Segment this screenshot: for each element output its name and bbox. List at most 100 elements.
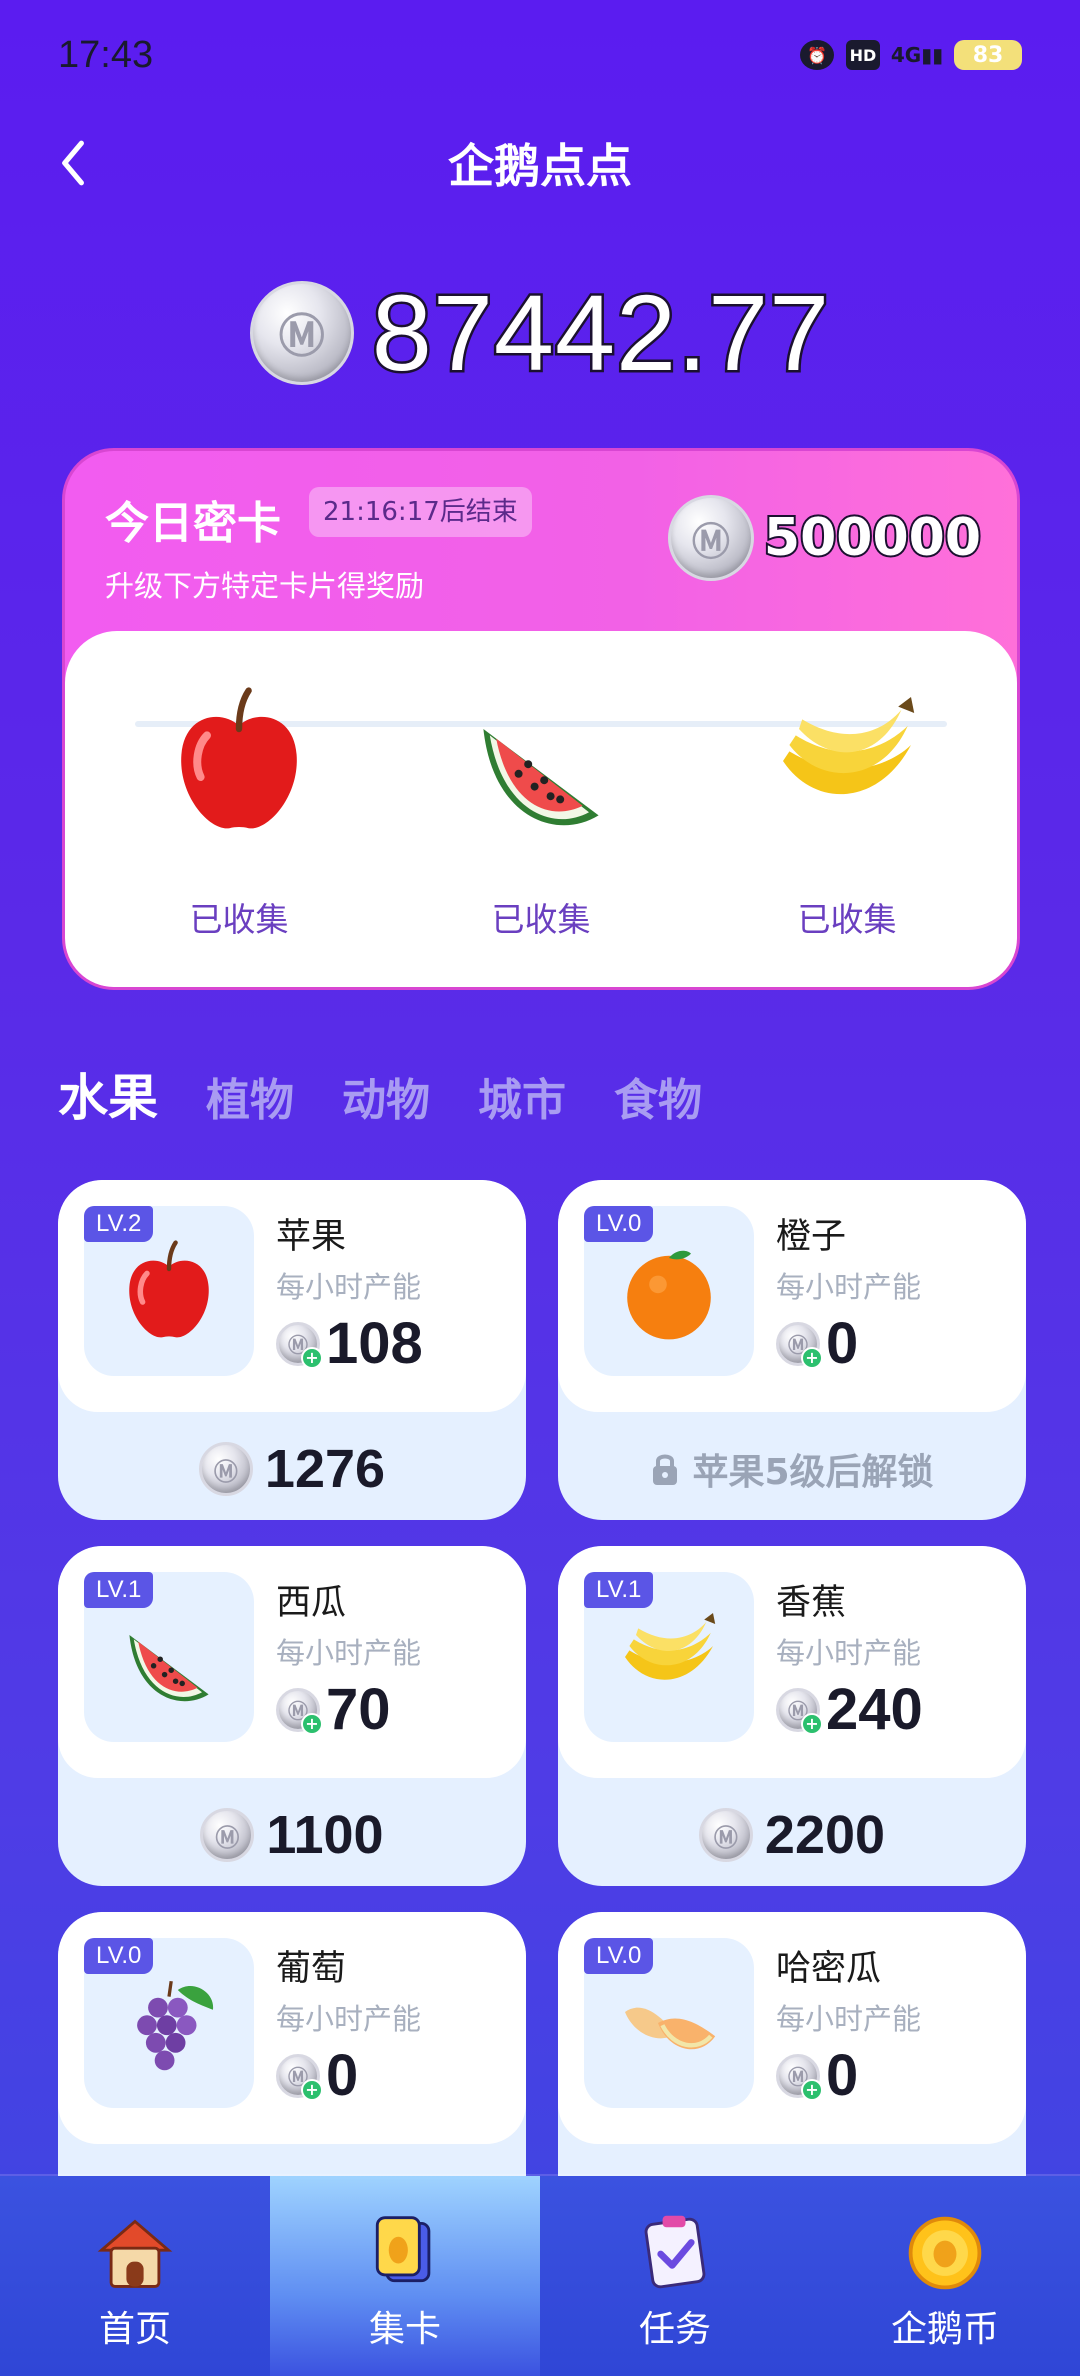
nav-penguin-coin[interactable]: 企鹅币	[810, 2176, 1080, 2376]
fruit-card-watermelon[interactable]: LV.1 西瓜 每小时产能 Ⓜ + 70 Ⓜ 1100	[58, 1546, 526, 1886]
coin-icon: Ⓜ	[698, 1808, 753, 1862]
coin-icon: Ⓜ	[249, 280, 354, 385]
upgrade-button[interactable]: Ⓜ 1276	[58, 1424, 526, 1514]
rate-label: 每小时产能	[276, 1636, 422, 1670]
secret-card-title: 今日密卡	[105, 498, 281, 549]
rate-label: 每小时产能	[276, 2002, 422, 2036]
unlock-condition: 苹果5级后解锁	[692, 1452, 934, 1493]
upgrade-cost: 2200	[764, 1805, 886, 1865]
nav-label: 企鹅币	[890, 2309, 999, 2350]
tab-city[interactable]: 城市	[478, 1064, 566, 1128]
coin-icon: Ⓜ	[667, 495, 754, 581]
tab-animal[interactable]: 动物	[342, 1064, 430, 1128]
nav-home[interactable]: 首页	[0, 2176, 270, 2376]
secret-card-reward: Ⓜ 500000	[667, 495, 983, 581]
hourly-rate: Ⓜ + 0	[776, 1310, 858, 1377]
tab-fruit[interactable]: 水果	[58, 1058, 158, 1130]
card-top: LV.0 橙子 每小时产能 Ⓜ + 0	[558, 1180, 1026, 1412]
upgrade-cost: 1100	[266, 1805, 384, 1865]
level-badge: LV.0	[84, 1938, 154, 1974]
collected-label: 已收集	[189, 900, 289, 939]
coin-icon: Ⓜ	[198, 1442, 253, 1496]
fruit-card-orange[interactable]: LV.0 橙子 每小时产能 Ⓜ + 0 苹果5级后解锁	[558, 1180, 1026, 1520]
coin-plus-icon: Ⓜ +	[776, 1321, 823, 1369]
card-top: LV.1 香蕉 每小时产能 Ⓜ + 240	[558, 1546, 1026, 1778]
coin-balance: Ⓜ 87442.77	[0, 270, 1080, 396]
coin-plus-icon: Ⓜ +	[276, 1321, 323, 1369]
rate-label: 每小时产能	[776, 1270, 922, 1304]
locked-status: 苹果5级后解锁	[558, 1424, 1026, 1514]
rate-value: 0	[826, 1311, 859, 1376]
secret-card-subtitle: 升级下方特定卡片得奖励	[105, 569, 425, 603]
card-name: 葡萄	[276, 1949, 347, 1989]
home-icon	[97, 2219, 173, 2288]
battery-icon: 83	[954, 40, 1022, 70]
status-icons: ⏰ HD 4G ▮▮ 83	[800, 40, 1022, 70]
card-top: LV.0 葡萄 每小时产能 Ⓜ + 0	[58, 1912, 526, 2144]
card-top: LV.2 苹果 每小时产能 Ⓜ + 108	[58, 1180, 526, 1412]
penguin-coin-icon	[908, 2216, 982, 2290]
rate-label: 每小时产能	[776, 2002, 922, 2036]
watermelon-icon	[114, 1602, 224, 1712]
cantaloupe-icon	[614, 1968, 724, 2078]
hourly-rate: Ⓜ + 240	[776, 1676, 923, 1743]
watermelon-icon	[461, 681, 621, 841]
hourly-rate: Ⓜ + 0	[776, 2042, 858, 2109]
daily-secret-card[interactable]: 今日密卡 21:16:17后结束 升级下方特定卡片得奖励 Ⓜ 500000 已收…	[62, 448, 1020, 990]
card-name: 苹果	[276, 1217, 347, 1257]
rate-value: 108	[326, 1311, 423, 1376]
rate-label: 每小时产能	[276, 1270, 422, 1304]
level-badge: LV.0	[584, 1206, 654, 1242]
rate-label: 每小时产能	[776, 1636, 922, 1670]
upgrade-cost: 1276	[264, 1439, 386, 1499]
level-badge: LV.0	[584, 1938, 654, 1974]
card-top: LV.0 哈密瓜 每小时产能 Ⓜ + 0	[558, 1912, 1026, 2144]
hourly-rate: Ⓜ + 70	[276, 1676, 391, 1743]
coin-plus-icon: Ⓜ +	[776, 2053, 823, 2101]
banana-icon	[767, 681, 927, 841]
level-badge: LV.1	[84, 1572, 154, 1608]
fruit-card-apple[interactable]: LV.2 苹果 每小时产能 Ⓜ + 108 Ⓜ 1276	[58, 1180, 526, 1520]
upgrade-button[interactable]: Ⓜ 2200	[558, 1790, 1026, 1880]
tab-plant[interactable]: 植物	[206, 1064, 294, 1128]
lock-icon	[653, 1454, 678, 1485]
nav-label: 任务	[638, 2309, 711, 2350]
hourly-rate: Ⓜ + 108	[276, 1310, 423, 1377]
coin-plus-icon: Ⓜ +	[276, 1687, 323, 1735]
apple-icon	[159, 681, 319, 841]
card-name: 橙子	[776, 1217, 847, 1257]
fruit-card-banana[interactable]: LV.1 香蕉 每小时产能 Ⓜ + 240 Ⓜ 2200	[558, 1546, 1026, 1886]
category-tabs: 水果 植物 动物 城市 食物	[58, 1058, 702, 1130]
coin-plus-icon: Ⓜ +	[276, 2053, 323, 2101]
card-name: 西瓜	[276, 1583, 347, 1623]
coin-icon: Ⓜ	[200, 1808, 255, 1862]
upgrade-button[interactable]: Ⓜ 1100	[58, 1790, 526, 1880]
card-name: 香蕉	[776, 1583, 847, 1623]
secret-card-items: 已收集 已收集 已收集	[65, 631, 1017, 987]
apple-icon	[114, 1236, 224, 1346]
tab-food[interactable]: 食物	[614, 1064, 702, 1128]
orange-icon	[614, 1236, 724, 1346]
rate-value: 240	[826, 1677, 923, 1742]
card-name: 哈密瓜	[776, 1949, 882, 1989]
nav-label: 首页	[98, 2309, 171, 2350]
rate-value: 0	[326, 2043, 359, 2108]
level-badge: LV.1	[584, 1572, 654, 1608]
grape-icon	[114, 1968, 224, 2078]
nav-tasks[interactable]: 任务	[540, 2176, 810, 2376]
page-title: 企鹅点点	[448, 139, 632, 193]
card-collection-icon	[375, 2216, 431, 2283]
secret-item-apple: 已收集	[129, 681, 349, 941]
rate-value: 70	[326, 1677, 391, 1742]
secret-item-banana: 已收集	[737, 681, 957, 941]
balance-value: 87442.77	[369, 270, 831, 396]
hourly-rate: Ⓜ + 0	[276, 2042, 358, 2109]
bottom-nav: 首页 集卡 任务 企鹅币	[0, 2176, 1080, 2376]
rate-value: 0	[826, 2043, 859, 2108]
alarm-icon: ⏰	[800, 40, 834, 70]
status-time: 17:43	[58, 34, 154, 76]
level-badge: LV.2	[84, 1206, 154, 1242]
nav-card-collection[interactable]: 集卡	[270, 2176, 540, 2376]
reward-value: 500000	[762, 506, 983, 570]
banana-icon	[614, 1602, 724, 1712]
